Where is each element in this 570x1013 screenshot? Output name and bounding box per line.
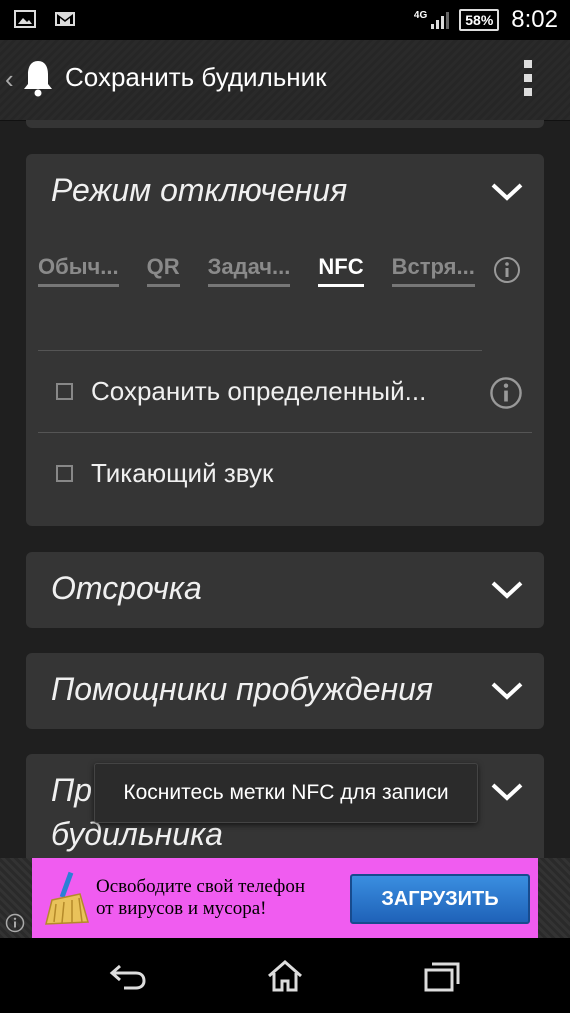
battery-indicator: 58%	[459, 9, 500, 31]
wakeup-helpers-title: Помощники пробуждения	[51, 671, 434, 707]
save-specific-option[interactable]: Сохранить определенный...	[56, 376, 426, 407]
tab-nfc[interactable]: NFC	[318, 254, 364, 287]
broom-icon	[45, 871, 89, 925]
save-specific-checkbox[interactable]	[56, 383, 73, 400]
navigation-bar	[0, 938, 570, 1013]
divider	[38, 432, 532, 433]
chevron-down-icon[interactable]	[490, 580, 524, 600]
info-icon[interactable]	[489, 376, 523, 410]
wakeup-helpers-card[interactable]: Помощники пробуждения	[26, 653, 544, 729]
dismiss-mode-title[interactable]: Режим отключения	[51, 172, 347, 209]
back-caret-icon[interactable]: ‹	[5, 64, 14, 95]
settings-list[interactable]: Режим отключения Обыч... QR Задач... NFC…	[0, 120, 570, 858]
tab-normal[interactable]: Обыч...	[38, 254, 119, 287]
ad-text: Освободите свой телефон от вирусов и мус…	[96, 876, 305, 920]
ad-download-button[interactable]: ЗАГРУЗИТЬ	[350, 874, 530, 924]
tab-qr[interactable]: QR	[146, 254, 180, 287]
signal-icon	[431, 12, 450, 29]
ad-banner[interactable]: Освободите свой телефон от вирусов и мус…	[32, 858, 538, 938]
chevron-down-icon[interactable]	[490, 681, 524, 701]
dismiss-mode-card: Режим отключения Обыч... QR Задач... NFC…	[26, 154, 544, 526]
ticking-sound-label: Тикающий звук	[91, 458, 274, 488]
nfc-toast: Коснитесь метки NFC для записи	[94, 763, 478, 823]
info-icon[interactable]	[493, 256, 521, 284]
toast-text: Коснитесь метки NFC для записи	[123, 781, 449, 804]
ad-bar: Освободите свой телефон от вирусов и мус…	[0, 858, 570, 938]
back-icon[interactable]	[108, 958, 148, 994]
image-icon	[14, 10, 36, 28]
dismiss-mode-tabs: Обыч... QR Задач... NFC Встря...	[38, 254, 475, 287]
ad-text-line2: от вирусов и мусора!	[96, 898, 267, 919]
snooze-title: Отсрочка	[51, 570, 202, 606]
network-type-label: 4G	[413, 9, 428, 21]
screen-title: Сохранить будильник	[65, 62, 327, 92]
action-bar: ‹ Сохранить будильник	[0, 40, 570, 121]
home-icon[interactable]	[265, 958, 305, 994]
ticking-sound-checkbox[interactable]	[56, 465, 73, 482]
recents-icon[interactable]	[422, 958, 462, 994]
tab-shake[interactable]: Встря...	[391, 254, 475, 287]
save-specific-label: Сохранить определенный...	[91, 376, 427, 406]
chevron-down-icon[interactable]	[490, 182, 524, 202]
ad-text-line1: Освободите свой телефон	[96, 876, 305, 897]
bell-icon[interactable]	[22, 58, 54, 98]
status-bar: 4G 58% 8:02	[0, 0, 570, 40]
previous-card	[26, 120, 544, 128]
overflow-menu-icon[interactable]	[524, 60, 534, 96]
partial-card-title-line1: Пр	[51, 772, 92, 808]
snooze-card[interactable]: Отсрочка	[26, 552, 544, 628]
clock: 8:02	[511, 6, 558, 33]
tab-tasks[interactable]: Задач...	[207, 254, 291, 287]
chevron-down-icon[interactable]	[490, 782, 524, 802]
divider	[38, 350, 482, 351]
ad-info-icon[interactable]	[5, 913, 25, 933]
gmail-icon	[55, 12, 75, 26]
ticking-sound-option[interactable]: Тикающий звук	[56, 458, 273, 489]
